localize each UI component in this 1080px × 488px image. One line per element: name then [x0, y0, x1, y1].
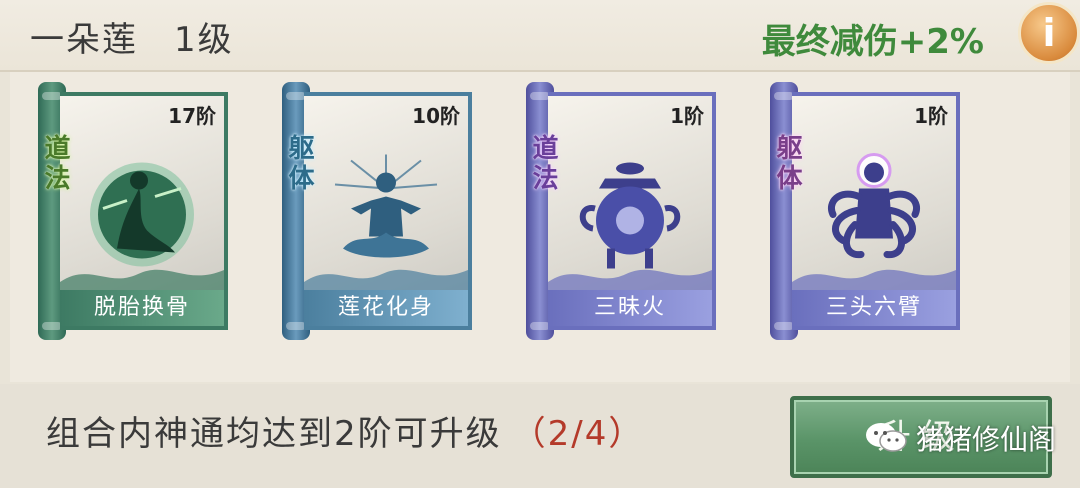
skill-card-3[interactable]: 1阶 三昧火 道法 — [526, 82, 716, 340]
card-paper: 1阶 三昧火 — [548, 92, 716, 330]
skill-card-2[interactable]: 10阶 莲花化身 躯体 — [282, 82, 472, 340]
card-paper: 1阶 三头六臂 — [792, 92, 960, 330]
card-rank: 17阶 — [168, 104, 216, 128]
wave-decoration — [792, 269, 956, 292]
header-bar: 一朵莲 1级 最终减伤+2% — [0, 0, 1080, 72]
watermark: 猪猪修仙阁 — [864, 418, 1056, 458]
chat-bubbles-icon — [866, 423, 907, 452]
card-type-tag: 道法 — [528, 134, 558, 194]
upgrade-requirement: 组合内神通均达到2阶可升级 （2/4） — [46, 406, 644, 455]
watermark-text: 猪猪修仙阁 — [916, 423, 1057, 456]
wave-decoration — [304, 269, 468, 292]
requirement-text: 组合内神通均达到2阶可升级 — [46, 414, 502, 454]
wave-decoration — [548, 269, 712, 292]
combo-level: 1级 — [174, 20, 234, 60]
card-paper: 17阶 脱胎换骨 — [60, 92, 228, 330]
bonus-stat: 最终减伤+2% — [761, 22, 984, 62]
card-type-tag: 躯体 — [284, 134, 314, 194]
wave-decoration — [60, 269, 224, 292]
card-name: 脱胎换骨 — [60, 290, 224, 326]
card-rank: 1阶 — [670, 104, 704, 128]
skill-card-4[interactable]: 1阶 三头六臂 躯体 — [770, 82, 960, 340]
info-icon: i — [1042, 11, 1056, 55]
card-name: 三头六臂 — [792, 290, 956, 326]
card-paper: 10阶 莲花化身 — [304, 92, 472, 330]
info-button[interactable]: i — [1018, 2, 1080, 64]
progress-count: （2/4） — [511, 414, 645, 454]
card-name: 三昧火 — [548, 290, 712, 326]
card-rank: 1阶 — [914, 104, 948, 128]
card-type-tag: 躯体 — [772, 134, 802, 194]
card-name: 莲花化身 — [304, 290, 468, 326]
card-rank: 10阶 — [412, 104, 460, 128]
combo-title: 一朵莲 1级 — [30, 12, 234, 61]
skill-card-1[interactable]: 17阶 脱胎换骨 道法 — [38, 82, 228, 340]
combo-name: 一朵莲 — [30, 20, 138, 60]
card-type-tag: 道法 — [40, 134, 70, 194]
